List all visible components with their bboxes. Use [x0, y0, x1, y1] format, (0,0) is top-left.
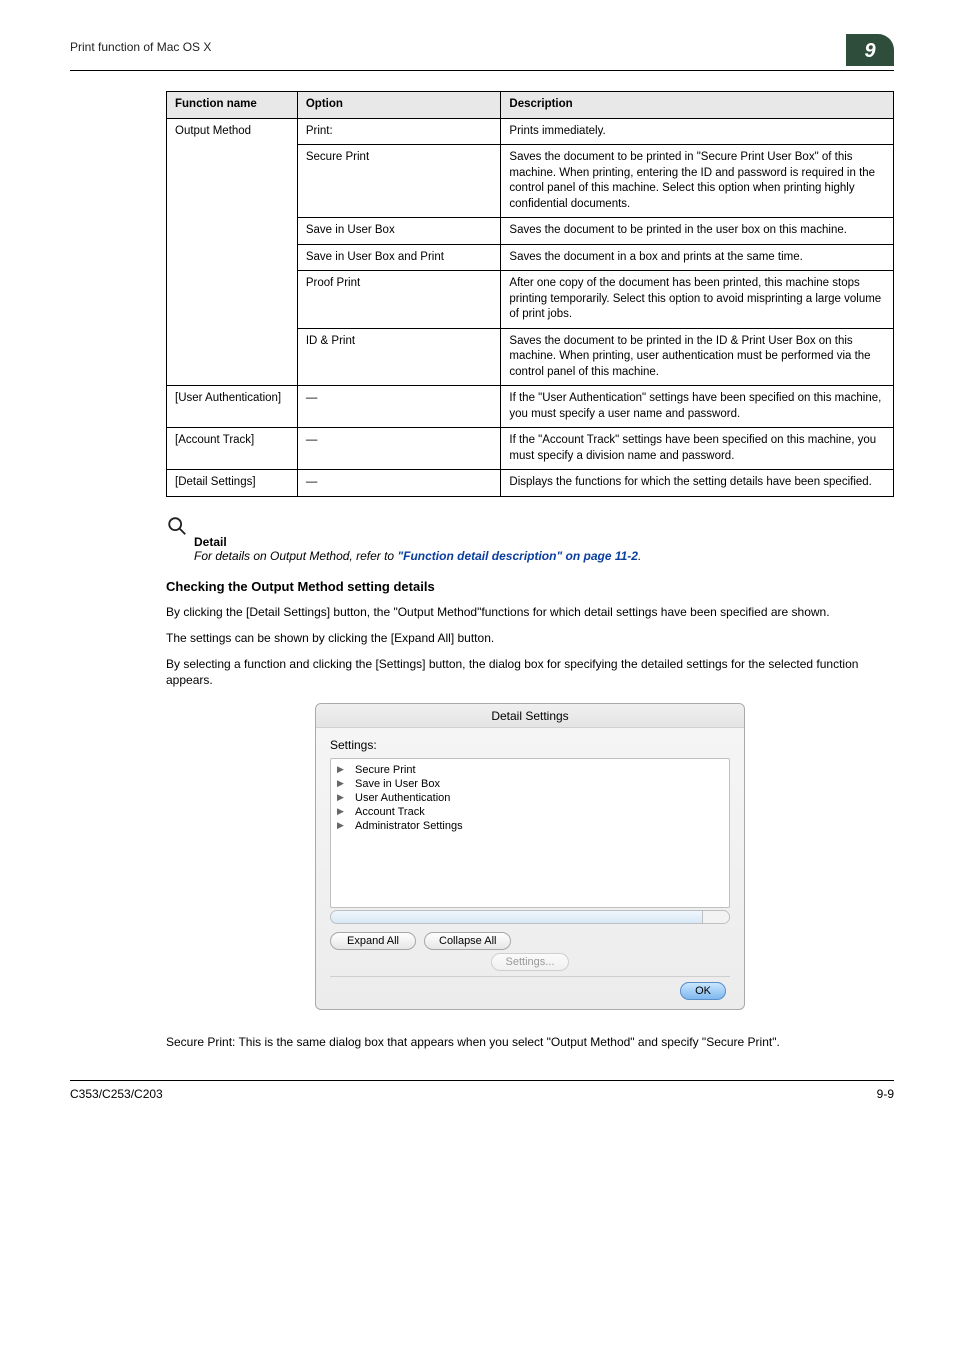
opt-cell: Save in User Box — [297, 218, 501, 245]
settings-button[interactable]: Settings... — [491, 953, 570, 971]
detail-callout: Detail For details on Output Method, ref… — [166, 513, 894, 563]
th-description: Description — [501, 92, 894, 119]
opt-cell: — — [297, 470, 501, 497]
fn-account-track: [Account Track] — [167, 428, 298, 470]
list-item[interactable]: ▶ Administrator Settings — [337, 819, 723, 833]
header-rule — [70, 70, 894, 71]
body-para: By selecting a function and clicking the… — [166, 656, 894, 688]
footer-left: C353/C253/C203 — [70, 1087, 163, 1101]
disclosure-icon[interactable]: ▶ — [337, 806, 347, 817]
fn-user-auth: [User Authentication] — [167, 386, 298, 428]
list-item[interactable]: ▶ Secure Print — [337, 763, 723, 777]
body-para: Secure Print: This is the same dialog bo… — [166, 1034, 894, 1050]
disclosure-icon[interactable]: ▶ — [337, 820, 347, 831]
footer-right: 9-9 — [877, 1087, 894, 1101]
disclosure-icon[interactable]: ▶ — [337, 778, 347, 789]
dialog-separator — [330, 976, 730, 977]
fn-detail-settings: [Detail Settings] — [167, 470, 298, 497]
settings-list[interactable]: ▶ Secure Print ▶ Save in User Box ▶ User Au… — [330, 758, 730, 908]
opt-cell: — — [297, 428, 501, 470]
desc-cell: Saves the document to be printed in the … — [501, 218, 894, 245]
opt-cell: Secure Print — [297, 145, 501, 218]
opt-cell: Proof Print — [297, 271, 501, 329]
list-item-label: Save in User Box — [355, 778, 440, 790]
th-function: Function name — [167, 92, 298, 119]
detail-text-prefix: For details on Output Method, refer to — [194, 549, 397, 563]
dialog-title: Detail Settings — [316, 704, 744, 728]
fn-output-method: Output Method — [167, 118, 298, 386]
collapse-all-button[interactable]: Collapse All — [424, 932, 511, 950]
desc-cell: Prints immediately. — [501, 118, 894, 145]
detail-text-suffix: . — [638, 549, 641, 563]
detail-link[interactable]: "Function detail description" on page 11… — [397, 549, 638, 563]
opt-cell: — — [297, 386, 501, 428]
chapter-corner: 9 — [846, 34, 894, 66]
horizontal-scrollbar[interactable] — [330, 910, 730, 924]
list-item-label: User Authentication — [355, 792, 450, 804]
detail-settings-dialog: Detail Settings Settings: ▶ Secure Print … — [315, 703, 745, 1010]
list-item[interactable]: ▶ User Authentication — [337, 791, 723, 805]
list-item-label: Secure Print — [355, 764, 416, 776]
list-item[interactable]: ▶ Account Track — [337, 805, 723, 819]
list-item-label: Administrator Settings — [355, 820, 463, 832]
ok-button[interactable]: OK — [680, 982, 726, 1000]
disclosure-icon[interactable]: ▶ — [337, 764, 347, 775]
th-option: Option — [297, 92, 501, 119]
opt-cell: Print: — [297, 118, 501, 145]
detail-label: Detail — [194, 535, 894, 549]
desc-cell: Saves the document to be printed in the … — [501, 328, 894, 386]
opt-cell: ID & Print — [297, 328, 501, 386]
body-para: By clicking the [Detail Settings] button… — [166, 604, 894, 620]
desc-cell: If the "User Authentication" settings ha… — [501, 386, 894, 428]
opt-cell: Save in User Box and Print — [297, 244, 501, 271]
section-heading: Checking the Output Method setting detai… — [166, 579, 894, 594]
desc-cell: If the "Account Track" settings have bee… — [501, 428, 894, 470]
running-head: Print function of Mac OS X — [70, 34, 211, 54]
desc-cell: Saves the document to be printed in "Sec… — [501, 145, 894, 218]
desc-cell: Saves the document in a box and prints a… — [501, 244, 894, 271]
list-item[interactable]: ▶ Save in User Box — [337, 777, 723, 791]
list-item-label: Account Track — [355, 806, 425, 818]
options-table: Function name Option Description Output … — [166, 91, 894, 497]
expand-all-button[interactable]: Expand All — [330, 932, 416, 950]
desc-cell: After one copy of the document has been … — [501, 271, 894, 329]
chapter-number: 9 — [864, 40, 875, 63]
body-para: The settings can be shown by clicking th… — [166, 630, 894, 646]
disclosure-icon[interactable]: ▶ — [337, 792, 347, 803]
settings-label: Settings: — [330, 738, 730, 752]
magnifier-icon — [166, 515, 188, 541]
desc-cell: Displays the functions for which the set… — [501, 470, 894, 497]
